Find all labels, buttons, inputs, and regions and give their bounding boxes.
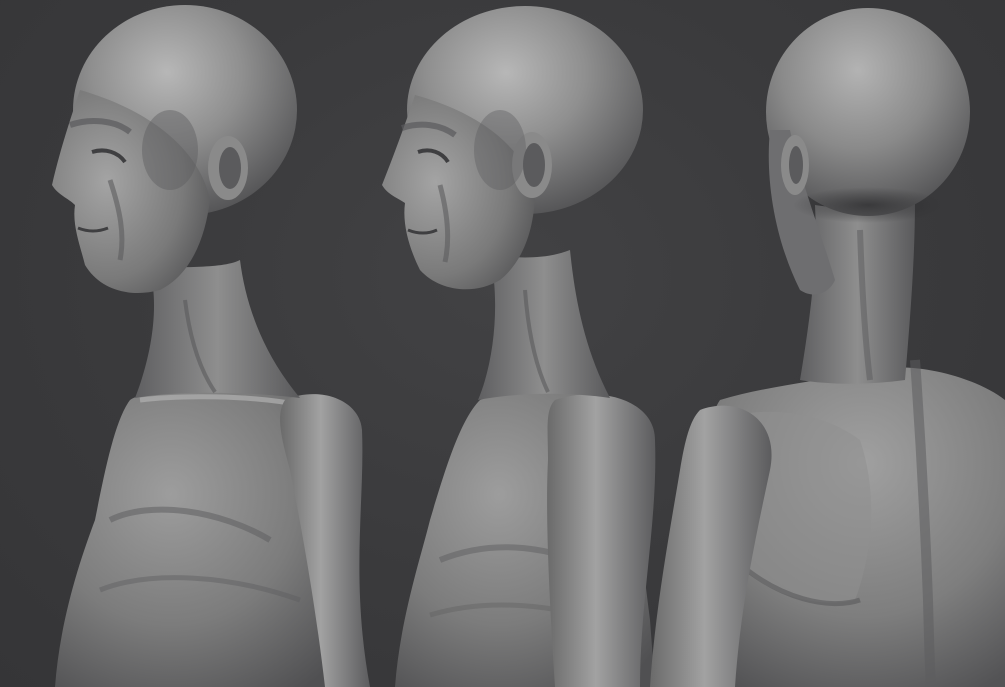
left-three-quarter-view	[52, 5, 370, 687]
left-profile-view	[382, 6, 656, 687]
sculpt-render	[52, 5, 1005, 687]
sculpt-viewport[interactable]	[0, 0, 1005, 687]
rear-three-quarter-view	[650, 8, 1005, 687]
